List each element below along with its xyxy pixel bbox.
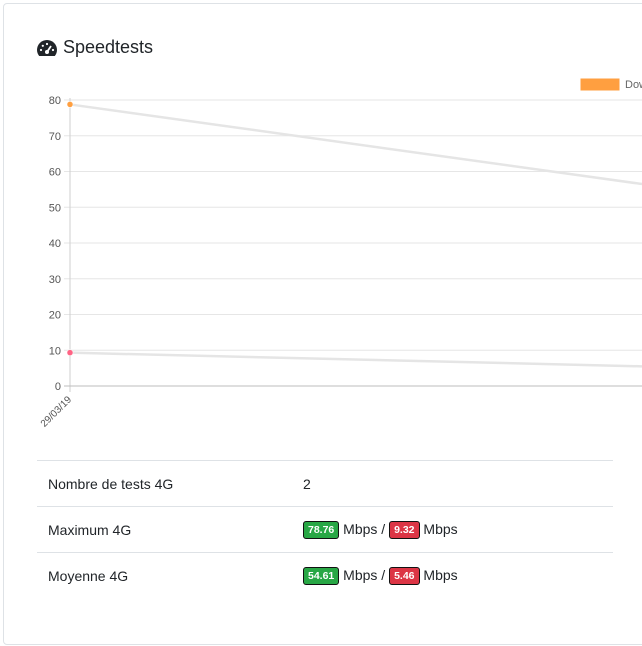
upload-badge: 5.46 [389,566,420,585]
stat-value: 54.61 Mbps / 5.46 Mbps [292,552,613,598]
stat-label: Nombre de tests 4G [37,460,292,507]
table-row: Nombre de tests 4G 2 [37,460,613,507]
speedtest-chart: 0 10 20 30 40 50 60 70 80 29/03/19 Dow [39,78,642,430]
unit-label: Mbps [343,566,378,583]
chart-axes: 0 10 20 30 40 50 60 70 80 29/03/19 [39,95,642,430]
unit-label: Mbps [423,566,458,583]
y-tick-label: 60 [49,167,61,179]
download-badge: 54.61 [303,566,340,585]
data-point [66,101,74,108]
stat-label: Maximum 4G [37,506,292,553]
table-row: Maximum 4G 78.76 Mbps / 9.32 Mbps [37,506,613,553]
y-tick-label: 80 [49,95,61,107]
y-tick-label: 30 [49,274,61,286]
chart-series [66,101,642,368]
legend-swatch [580,78,620,91]
stat-value: 2 [292,460,613,507]
y-tick-label: 40 [49,238,61,250]
stats-table: Nombre de tests 4G 2 Maximum 4G 78.76 Mb… [37,460,613,598]
chart-legend: Dow [580,78,642,91]
upload-badge: 9.32 [389,520,420,539]
series-line [69,103,642,186]
y-tick-label: 20 [49,310,61,322]
separator: / [381,566,386,583]
y-tick-label: 10 [49,345,61,357]
unit-label: Mbps [423,520,458,537]
chart-grid [64,99,642,351]
x-tick-label: 29/03/19 [39,394,75,430]
legend-label: Dow [625,79,642,91]
stat-value: 78.76 Mbps / 9.32 Mbps [292,506,613,553]
series-line [69,351,642,368]
y-tick-label: 50 [49,202,61,214]
y-tick-label: 70 [49,131,61,143]
stat-label: Moyenne 4G [37,552,292,598]
table-row: Moyenne 4G 54.61 Mbps / 5.46 Mbps [37,552,613,598]
separator: / [381,520,386,537]
y-tick-label: 0 [55,381,61,393]
unit-label: Mbps [343,520,378,537]
data-point [66,349,74,356]
download-badge: 78.76 [303,520,340,539]
